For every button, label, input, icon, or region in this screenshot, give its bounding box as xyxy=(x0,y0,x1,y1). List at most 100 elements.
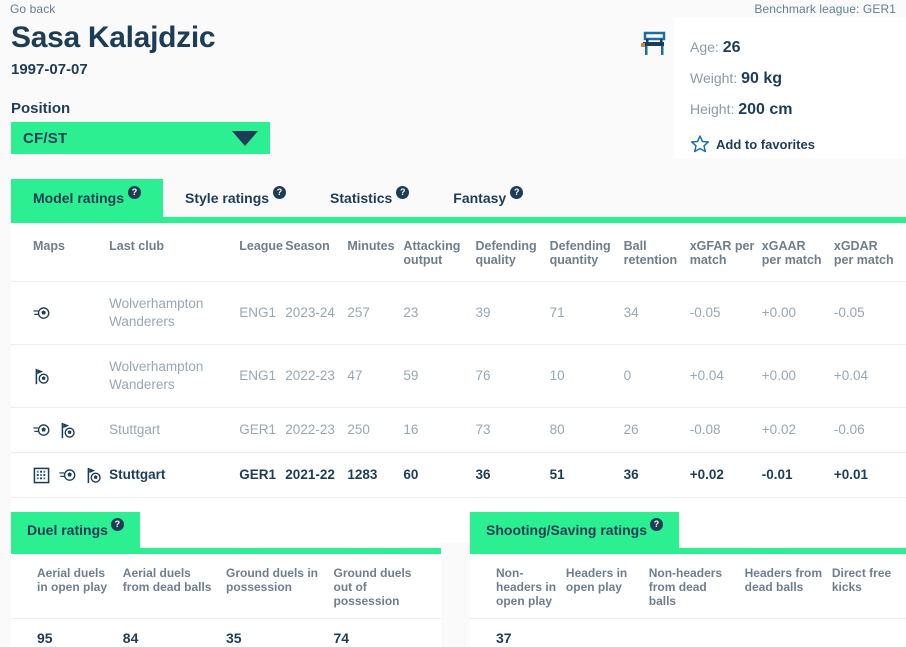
go-back-link[interactable]: Go back xyxy=(10,2,55,16)
col-last-club[interactable]: Last club xyxy=(109,223,239,282)
position-label: Position xyxy=(11,100,71,117)
age-label: Age: xyxy=(690,39,719,55)
player-dob: 1997-07-07 xyxy=(11,61,88,78)
table-row: 95 84 35 74 xyxy=(11,618,441,647)
col-league[interactable]: League xyxy=(239,223,285,282)
shooting-table-header: Non-headers in open play Headers in open… xyxy=(470,554,906,619)
help-icon[interactable]: ? xyxy=(273,185,287,199)
corner-flag-icon[interactable] xyxy=(33,368,50,385)
duel-panel-tabrow: Duel ratings ? xyxy=(11,512,441,548)
cell-last-club: Wolverhampton Wanderers xyxy=(109,344,240,408)
col-direct-free-kicks: Direct free kicks xyxy=(831,566,892,594)
cell-defending-quality: 76 xyxy=(475,344,550,408)
tab-fantasy-label: Fantasy xyxy=(453,190,507,206)
shot-map-icon[interactable] xyxy=(59,467,76,484)
shot-map-icon[interactable] xyxy=(33,422,50,439)
col-xgdar[interactable]: xGDAR per match xyxy=(834,223,906,282)
cell-maps xyxy=(11,281,110,345)
heatmap-icon[interactable] xyxy=(33,467,50,484)
col-season[interactable]: Season xyxy=(285,223,347,282)
height-row: Height: 200 cm xyxy=(690,94,906,125)
cell-last-club: Wolverhampton Wanderers xyxy=(109,281,240,345)
cell-defending-quality: 73 xyxy=(475,407,550,453)
col-attacking-output[interactable]: Attacking output xyxy=(403,223,475,282)
cell-defending-quantity: 10 xyxy=(549,344,624,408)
help-icon[interactable]: ? xyxy=(650,517,664,531)
col-aerial-open-play: Aerial duels in open play xyxy=(37,566,108,594)
cell-ball-retention: 0 xyxy=(623,344,690,408)
weight-value: 90 kg xyxy=(741,70,783,87)
cell-xgfar: -0.05 xyxy=(689,281,762,345)
help-icon[interactable]: ? xyxy=(110,517,124,531)
cell-league: ENG1 xyxy=(239,281,286,345)
age-value: 26 xyxy=(722,39,741,56)
cell-attacking-output: 23 xyxy=(403,281,476,345)
tab-statistics[interactable]: Statistics ? xyxy=(308,179,431,217)
table-header-row: Aerial duels in open play Aerial duels f… xyxy=(11,554,441,619)
col-headers-dead-balls: Headers from dead balls xyxy=(744,566,823,594)
tab-style-ratings-label: Style ratings xyxy=(185,190,270,206)
corner-flag-icon[interactable] xyxy=(85,467,102,484)
cell-defending-quantity: 80 xyxy=(549,407,624,453)
bench-icon xyxy=(641,31,666,55)
cell-attacking-output: 16 xyxy=(403,407,476,453)
cell-attacking-output: 60 xyxy=(403,452,476,498)
tab-statistics-label: Statistics xyxy=(330,190,393,206)
cell-league: ENG1 xyxy=(239,344,286,408)
cell-xgfar: +0.04 xyxy=(689,344,762,408)
player-info-card: Age: 26 Weight: 90 kg Height: 200 cm Add… xyxy=(674,18,906,158)
corner-flag-icon[interactable] xyxy=(59,422,76,439)
cell-xgaar: +0.00 xyxy=(761,281,834,345)
col-xgaar[interactable]: xGAAR per match xyxy=(762,223,834,282)
col-xgfar[interactable]: xGFAR per match xyxy=(690,223,762,282)
duel-table-header: Aerial duels in open play Aerial duels f… xyxy=(11,554,441,619)
cell-league: GER1 xyxy=(239,452,286,498)
col-defending-quantity[interactable]: Defending quantity xyxy=(550,223,624,282)
height-label: Height: xyxy=(690,101,735,117)
position-select[interactable]: CF/ST xyxy=(11,122,270,154)
height-value: 200 cm xyxy=(738,101,793,118)
benchmark-league-label: Benchmark league: GER1 xyxy=(754,2,896,16)
cell-ground-out-poss: 74 xyxy=(333,618,441,647)
shooting-panel-tabrow: Shooting/Saving ratings ? xyxy=(470,512,906,548)
cell-season: 2021-22 xyxy=(285,452,348,498)
shot-map-icon[interactable] xyxy=(33,305,50,322)
cell-defending-quantity: 71 xyxy=(549,281,624,345)
model-ratings-table-wrap: Maps Last club League Season Minutes Att… xyxy=(11,223,906,542)
cell-attacking-output: 59 xyxy=(403,344,476,408)
col-ball-retention[interactable]: Ball retention xyxy=(624,223,690,282)
tab-style-ratings[interactable]: Style ratings ? xyxy=(163,179,308,217)
cell-defending-quality: 36 xyxy=(475,452,550,498)
cell-minutes: 257 xyxy=(347,281,404,345)
cell-maps xyxy=(11,407,110,453)
col-defending-quality[interactable]: Defending quality xyxy=(476,223,550,282)
age-row: Age: 26 xyxy=(690,32,906,63)
add-to-favorites-button[interactable]: Add to favorites xyxy=(690,134,906,154)
col-aerial-dead-balls: Aerial duels from dead balls xyxy=(122,566,212,594)
cell-ball-retention: 26 xyxy=(623,407,690,453)
player-profile-page: Go back Benchmark league: GER1 Sasa Kala… xyxy=(0,0,906,647)
tab-model-ratings[interactable]: Model ratings ? xyxy=(11,179,164,217)
shooting-saving-tab[interactable]: Shooting/Saving ratings ? xyxy=(470,512,680,548)
cell-minutes: 1283 xyxy=(347,452,404,498)
duel-table-body: 95 84 35 74 xyxy=(11,618,441,647)
cell-direct-free-kicks xyxy=(831,618,906,647)
help-icon[interactable]: ? xyxy=(128,185,142,199)
cell-xgdar: -0.05 xyxy=(833,281,906,345)
help-icon[interactable]: ? xyxy=(396,185,410,199)
col-headers-open-play: Headers in open play xyxy=(565,566,628,594)
col-minutes[interactable]: Minutes xyxy=(347,223,403,282)
duel-ratings-table: Aerial duels in open play Aerial duels f… xyxy=(11,554,441,647)
table-row: Wolverhampton Wanderers ENG1 2023-24 257 23 3… xyxy=(11,281,906,345)
help-icon[interactable]: ? xyxy=(510,185,524,199)
cell-ball-retention: 36 xyxy=(623,452,690,498)
table-row: Stuttgart GER1 2022-23 250 16 73 80 26 -0.08 +0.0… xyxy=(11,407,906,453)
cell-maps xyxy=(11,452,110,498)
tab-fantasy[interactable]: Fantasy ? xyxy=(431,179,545,217)
col-maps[interactable]: Maps xyxy=(11,223,109,282)
duel-ratings-tab[interactable]: Duel ratings ? xyxy=(11,512,140,548)
tab-model-ratings-label: Model ratings xyxy=(33,190,125,206)
cell-headers-open-play xyxy=(565,618,649,647)
cell-maps xyxy=(11,344,110,408)
col-non-headers-open-play: Non-headers in open play xyxy=(496,566,557,608)
